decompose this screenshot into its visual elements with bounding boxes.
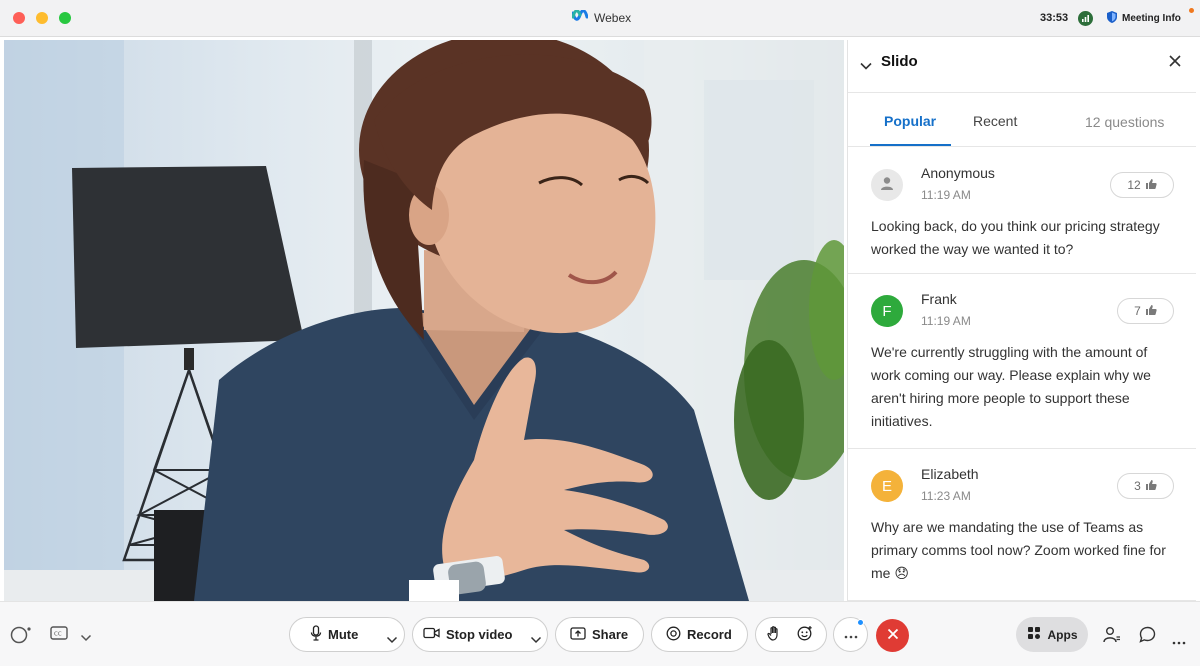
- like-button[interactable]: 3: [1117, 473, 1174, 499]
- like-count: 3: [1134, 479, 1141, 493]
- shield-icon: [1107, 11, 1117, 26]
- active-tab-indicator: [870, 144, 951, 146]
- svg-text:CC: CC: [54, 632, 62, 638]
- person-icon: [879, 175, 895, 195]
- question-time: 11:19 AM: [921, 314, 971, 328]
- apps-label: Apps: [1047, 627, 1078, 642]
- thumbs-up-icon: [1145, 304, 1157, 319]
- meeting-controls: CC Mute Stop video Share Record Apps: [0, 601, 1200, 666]
- question-item: E Elizabeth 11:23 AM 3 Why are we mandat…: [848, 449, 1196, 601]
- slido-tabs: Popular Recent 12 questions: [848, 93, 1196, 147]
- slido-panel: Slido Popular Recent 12 questions Anonym…: [847, 40, 1196, 601]
- close-window-button[interactable]: [13, 12, 25, 24]
- question-text: Why are we mandating the use of Teams as…: [871, 519, 1166, 581]
- app-name: Webex: [594, 10, 632, 25]
- closed-captions-icon[interactable]: CC: [50, 626, 68, 645]
- meeting-timer: 33:53: [1040, 12, 1069, 24]
- slido-header: Slido: [848, 40, 1196, 93]
- tab-recent[interactable]: Recent: [973, 113, 1017, 129]
- like-count: 7: [1134, 304, 1141, 318]
- end-call-button[interactable]: [876, 619, 909, 652]
- question-text: Looking back, do you think our pricing s…: [871, 218, 1160, 257]
- participant-video[interactable]: [4, 40, 844, 601]
- question-item: F Frank 11:19 AM 7 We're currently strug…: [848, 274, 1196, 449]
- end-call-x-icon: [887, 627, 899, 645]
- more-ellipsis-icon[interactable]: [1172, 632, 1186, 650]
- title-bar: Webex 33:53 Meeting Info: [0, 0, 1200, 37]
- video-camera-icon: [423, 627, 440, 642]
- like-button[interactable]: 12: [1110, 172, 1174, 198]
- question-author: Frank: [921, 291, 957, 307]
- chat-icon[interactable]: [1139, 626, 1156, 648]
- apps-button[interactable]: Apps: [1016, 617, 1088, 652]
- thumbs-up-icon: [1145, 479, 1157, 494]
- record-button[interactable]: Record: [651, 617, 748, 652]
- app-title: Webex: [571, 9, 632, 25]
- share-label: Share: [592, 627, 629, 642]
- question-list: Anonymous 11:19 AM 12 Looking back, do y…: [848, 148, 1196, 601]
- share-button[interactable]: Share: [555, 617, 644, 652]
- raise-hand-icon[interactable]: [767, 625, 781, 644]
- avatar-initial: E: [881, 477, 892, 495]
- ellipsis-icon: [844, 626, 858, 644]
- question-time: 11:23 AM: [921, 489, 971, 503]
- slido-title: Slido: [881, 53, 918, 70]
- video-options-chevron-icon[interactable]: [530, 632, 542, 647]
- network-stats-icon[interactable]: [1078, 11, 1093, 26]
- share-screen-icon: [570, 626, 586, 643]
- mute-label: Mute: [328, 627, 359, 642]
- maximize-window-button[interactable]: [59, 12, 71, 24]
- captions-chevron-down-icon[interactable]: [80, 629, 92, 647]
- elizabeth-avatar: E: [871, 470, 903, 502]
- record-label: Record: [687, 627, 732, 642]
- anonymous-avatar: [871, 169, 903, 201]
- meeting-info-label: Meeting Info: [1122, 13, 1181, 24]
- apps-grid-icon: [1027, 626, 1041, 643]
- stop-video-label: Stop video: [446, 627, 513, 642]
- tab-popular[interactable]: Popular: [884, 113, 936, 129]
- webex-logo-icon: [571, 9, 589, 25]
- question-author: Elizabeth: [921, 466, 979, 482]
- question-count: 12 questions: [1085, 114, 1165, 130]
- stop-video-button[interactable]: Stop video: [412, 617, 548, 652]
- hand-reactions-group: [755, 617, 827, 652]
- frank-avatar: F: [871, 295, 903, 327]
- like-button[interactable]: 7: [1117, 298, 1174, 324]
- question-author: Anonymous: [921, 165, 995, 181]
- participants-icon[interactable]: [1103, 626, 1121, 648]
- like-count: 12: [1127, 178, 1141, 192]
- notification-dot: [1189, 8, 1194, 13]
- video-scene: [4, 40, 844, 601]
- close-panel-icon[interactable]: [1168, 54, 1182, 73]
- mute-button[interactable]: Mute: [289, 617, 405, 652]
- collapse-chevron-icon[interactable]: [860, 57, 872, 75]
- question-text: We're currently struggling with the amou…: [871, 344, 1151, 429]
- more-options-notification-dot: [857, 619, 864, 626]
- meeting-info-button[interactable]: Meeting Info: [1107, 11, 1181, 26]
- minimize-window-button[interactable]: [36, 12, 48, 24]
- record-icon: [666, 626, 681, 644]
- thumbs-up-icon: [1145, 178, 1157, 193]
- layout-circle-icon[interactable]: [10, 624, 32, 651]
- question-time: 11:19 AM: [921, 188, 971, 202]
- avatar-initial: F: [882, 302, 892, 320]
- reactions-icon[interactable]: [797, 625, 813, 644]
- question-item: Anonymous 11:19 AM 12 Looking back, do y…: [848, 148, 1196, 274]
- mute-options-chevron-icon[interactable]: [386, 632, 398, 647]
- microphone-icon: [310, 625, 322, 644]
